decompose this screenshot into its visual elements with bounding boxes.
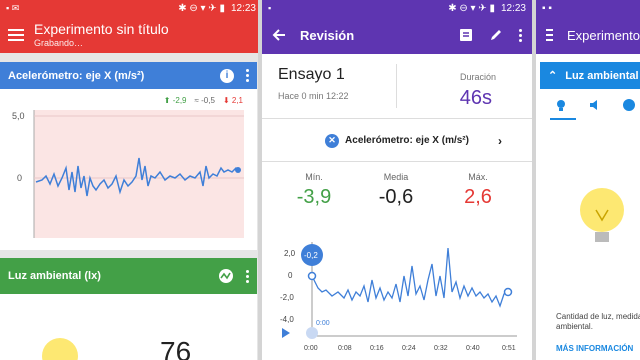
notification-icon: ▪ ✉: [6, 2, 20, 13]
info-icon[interactable]: i: [220, 68, 234, 83]
max-stat-value: 2,1: [231, 96, 243, 105]
y-tick-label: -4,0: [280, 315, 294, 324]
sensor-name: Acelerómetro: eje X (m/s²): [345, 135, 469, 146]
status-bar: ▪ ✉ ✱ ⊖ ▾ ✈ ▮ 12:23: [0, 0, 262, 16]
run-name: Ensayo 1: [278, 66, 345, 83]
max-stat: ⬇ 2,1: [222, 96, 243, 105]
more-vert-icon[interactable]: [246, 69, 249, 82]
status-time: 12:23: [500, 2, 526, 14]
accelerometer-card: Acelerómetro: eje X (m/s²) i ⬆ -2,9 ≈ -0…: [0, 62, 257, 250]
accelerometer-icon[interactable]: [622, 98, 636, 112]
avg-stat-value: -0,5: [201, 96, 215, 105]
accelerometer-icon: ✕: [325, 133, 340, 148]
sensor-description: Cantidad de luz, medida ambiental.: [556, 312, 640, 332]
light-card-title: Luz ambiental (lx): [8, 270, 101, 282]
review-screen: ▪ ✱ ⊖ ▾ ✈ ▮ 12:23 Revisión Ensayo 1 Hace…: [262, 0, 532, 360]
chevron-right-icon[interactable]: ›: [498, 134, 502, 148]
review-title: Revisión: [300, 27, 355, 43]
notes-icon[interactable]: [459, 28, 473, 42]
y-tick-label: 2,0: [284, 249, 296, 258]
y-tick-label: -2,0: [280, 293, 294, 302]
current-point: [235, 167, 241, 173]
min-stat: Mín. -3,9: [284, 172, 344, 209]
x-tick-label: 0:40: [466, 345, 480, 352]
review-chart: 2,0 0 -2,0 -4,0 -0,2 0:00 0:00 0:08 0:16…: [280, 242, 517, 352]
app-bar: Revisión: [262, 16, 532, 54]
y-tick-label: 0: [17, 173, 22, 183]
signal-line: [311, 247, 509, 308]
light-card: Luz ambiental (lx) 76: [0, 258, 257, 360]
edit-icon[interactable]: [489, 28, 503, 42]
y-tick-label: 5,0: [12, 111, 25, 121]
duration-value: 46s: [459, 87, 492, 109]
avg-label: Media: [383, 172, 409, 182]
divider: [396, 64, 397, 108]
avg-stat: Media -0,6: [366, 172, 426, 209]
experiment-title: Experimento sin título: [34, 21, 169, 37]
y-tick-label: 0: [288, 271, 293, 280]
min-label: Mín.: [305, 172, 323, 182]
back-arrow-icon[interactable]: [272, 28, 286, 42]
live-chart: 5,0 0: [12, 110, 244, 238]
status-bar: ▪ ✱ ⊖ ▾ ✈ ▮ 12:23: [262, 0, 532, 16]
third-title: Experimento: [567, 27, 640, 43]
accelerometer-card-header: Acelerómetro: eje X (m/s²) i: [0, 62, 257, 89]
light-value: 76: [160, 336, 192, 360]
min-value: -3,9: [296, 186, 332, 208]
app-bar: Experimento: [536, 16, 640, 54]
app-bar: Experimento sin título Grabando…: [0, 16, 262, 53]
accelerometer-card-title: Acelerómetro: eje X (m/s²): [8, 69, 145, 82]
lightbulb-icon[interactable]: [554, 98, 568, 112]
chevron-up-icon[interactable]: ⌃: [548, 69, 557, 82]
more-vert-icon[interactable]: [246, 269, 249, 283]
avg-stat: ≈ -0,5: [194, 96, 215, 105]
volume-icon[interactable]: [588, 98, 602, 112]
notification-icon: ▪: [268, 3, 272, 13]
sensor-tabs: [540, 90, 640, 120]
start-point: [307, 271, 317, 281]
x-tick-label: 0:16: [370, 345, 384, 352]
status-time: 12:23: [230, 2, 256, 14]
menu-icon[interactable]: [546, 29, 554, 41]
lightbulb-icon: [42, 338, 78, 360]
light-card-title: Luz ambiental: [565, 69, 639, 82]
duration-label: Duración: [459, 72, 496, 82]
third-screen: ▪ ▪ Experimento ⌃ Luz ambiental Cantidad…: [536, 0, 640, 360]
status-bar: ▪ ▪: [536, 0, 640, 16]
max-value: 2,6: [464, 186, 492, 208]
end-point: [503, 287, 513, 297]
scrubber-handle[interactable]: [306, 327, 318, 339]
max-label: Máx.: [468, 172, 488, 182]
avg-value: -0,6: [378, 186, 414, 208]
system-icons: ✱ ⊖ ▾ ✈ ▮: [178, 2, 225, 14]
live-stats: ⬆ -2,9 ≈ -0,5 ⬇ 2,1: [164, 96, 243, 105]
sensor-switch-icon[interactable]: [218, 268, 234, 284]
notification-icon: ▪ ▪: [542, 2, 552, 14]
experiment-screen: ▪ ✉ ✱ ⊖ ▾ ✈ ▮ 12:23 Experimento sin títu…: [0, 0, 262, 360]
x-tick-label: 0:32: [434, 345, 448, 352]
light-card-header: ⌃ Luz ambiental: [540, 62, 640, 89]
cursor-value: -0,2: [304, 251, 318, 260]
menu-icon[interactable]: [8, 28, 24, 41]
more-vert-icon[interactable]: [519, 28, 522, 42]
min-stat-value: -2,9: [172, 96, 187, 105]
x-tick-label: 0:24: [402, 345, 416, 352]
x-tick-label: 0:51: [502, 345, 516, 352]
recording-status: Grabando…: [34, 38, 84, 48]
max-stat: Máx. 2,6: [448, 172, 508, 209]
run-timestamp: Hace 0 min 12:22: [278, 91, 349, 101]
lightbulb-icon: [580, 188, 624, 242]
more-info-link[interactable]: MÁS INFORMACIÓN: [556, 344, 633, 353]
cursor-time: 0:00: [316, 320, 330, 327]
system-icons: ✱ ⊖ ▾ ✈ ▮: [448, 2, 495, 14]
x-tick-label: 0:08: [338, 345, 352, 352]
active-tab-indicator: [550, 118, 576, 120]
min-stat: ⬆ -2,9: [163, 96, 187, 105]
play-icon[interactable]: [282, 328, 290, 338]
run-summary: Ensayo 1 Hace 0 min 12:22 Duración 46s: [262, 54, 532, 119]
light-card-header: Luz ambiental (lx): [0, 258, 257, 294]
sensor-selector[interactable]: ✕ Acelerómetro: eje X (m/s²) ›: [262, 120, 532, 162]
x-tick-label: 0:00: [304, 345, 318, 352]
